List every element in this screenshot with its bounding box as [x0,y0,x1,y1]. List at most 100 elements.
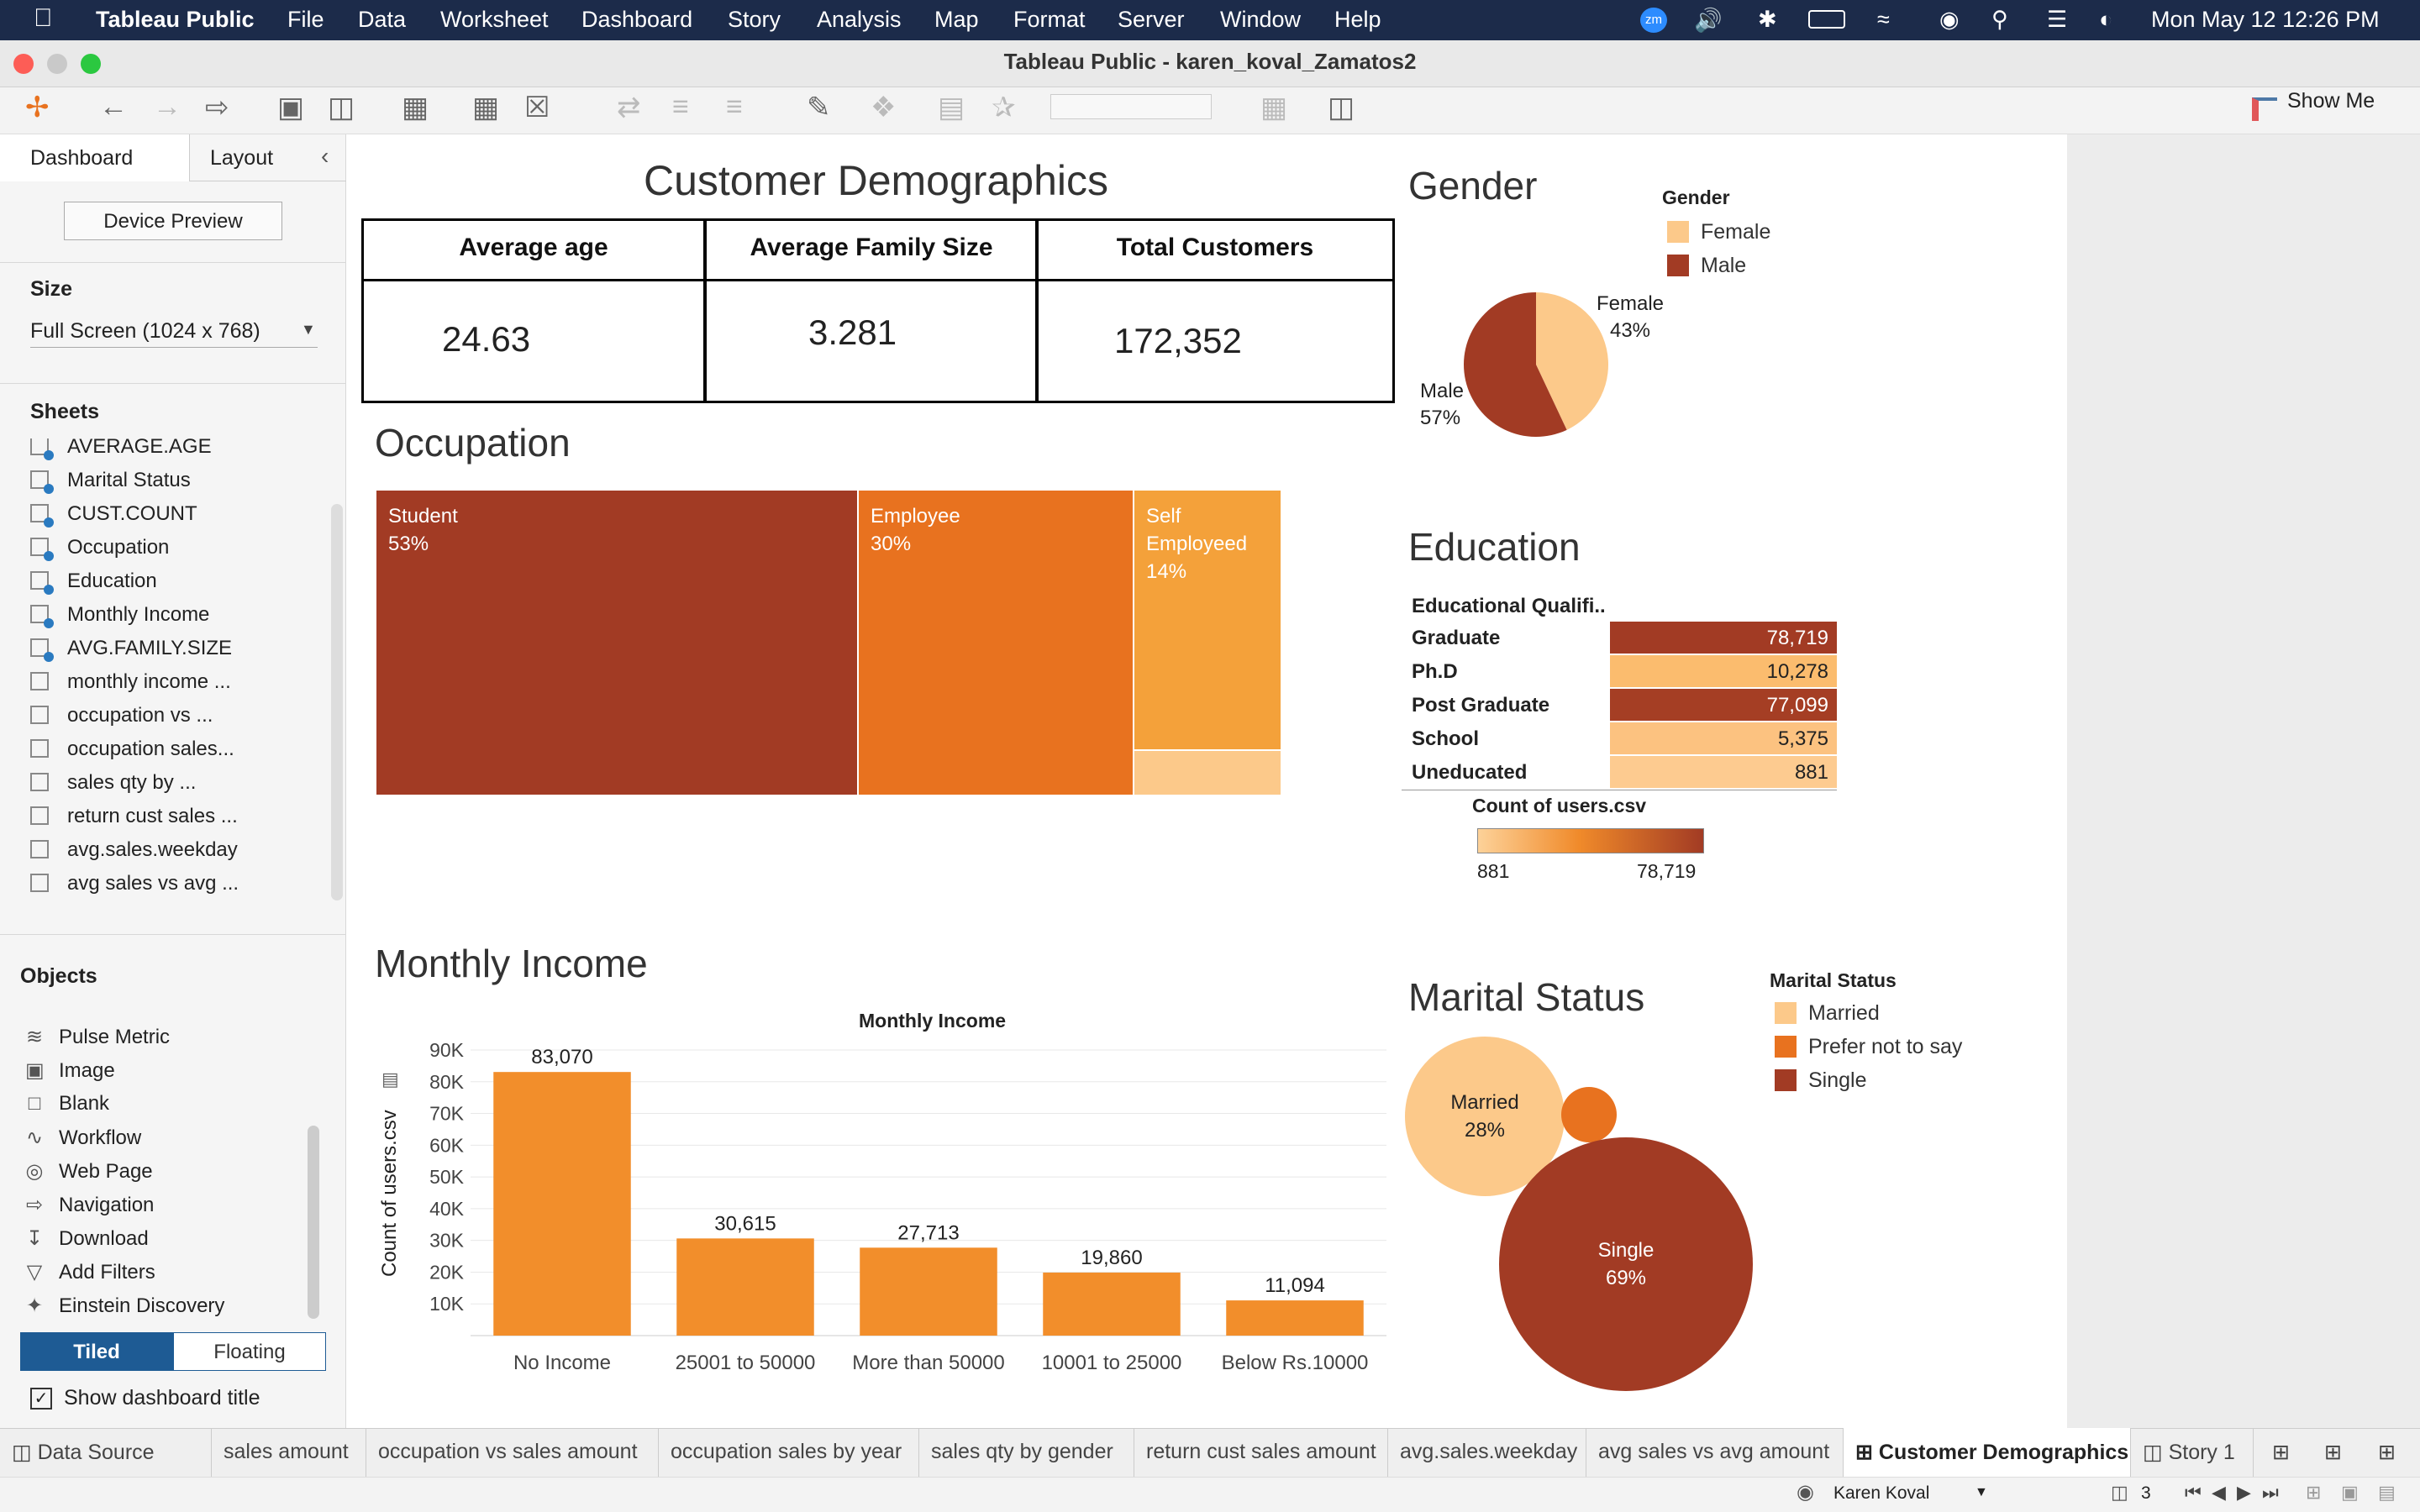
menu-data[interactable]: Data [358,7,406,33]
menu-file[interactable]: File [287,7,324,33]
legend-item-single[interactable]: Single [1775,1068,1867,1093]
user-icon[interactable]: ◉ [1939,7,1960,33]
battery-icon[interactable] [1808,10,1845,29]
bar[interactable] [676,1238,814,1336]
undo-icon[interactable]: ← [99,91,128,123]
object-blank[interactable]: □ Blank [25,1092,109,1116]
tableau-logo-icon[interactable]: ✢ [25,91,50,124]
sheet-item-avg-sales-weekday[interactable]: avg.sales.weekday [30,838,238,862]
education-cell[interactable]: 77,099 [1610,689,1837,721]
show-me-button[interactable]: Show Me [2287,89,2375,113]
new-dashboard-tab-icon[interactable]: ⊞ [2312,1428,2363,1477]
tab-avg-sales-vs-avg[interactable]: avg sales vs avg amount [1586,1428,1844,1477]
sheet-item-occupation[interactable]: Occupation [30,536,169,561]
redo-icon[interactable]: → [153,91,182,123]
tiled-toggle[interactable]: Tiled [20,1332,173,1371]
menu-map[interactable]: Map [934,7,979,33]
tab-sales-amount[interactable]: sales amount [212,1428,366,1477]
sheet-item-monthly-income[interactable]: Monthly Income [30,603,209,628]
legend-item-prefer-not-to-say[interactable]: Prefer not to say [1775,1035,1962,1059]
new-worksheet-icon[interactable]: ▦ [402,91,429,124]
floating-toggle[interactable]: Floating [173,1332,326,1371]
object-add-filters[interactable]: ▽ Add Filters [25,1260,155,1284]
pin-icon[interactable]: ✰ [992,91,1016,124]
treemap-tile-student[interactable]: Student 53% [376,491,857,795]
sheets-scrollbar[interactable] [331,504,343,900]
treemap-tile-self-employed[interactable]: Self Employeed 14% [1134,491,1281,749]
tab-dashboard[interactable]: Dashboard [0,134,190,181]
fit-dropdown[interactable] [1050,94,1212,119]
show-title-checkbox[interactable]: ✓ [30,1388,52,1410]
menu-analysis[interactable]: Analysis [817,7,902,33]
education-cell[interactable]: 78,719 [1610,622,1837,654]
collapse-panel-icon[interactable]: ‹ [321,143,329,170]
sheet-item-occupation-sales[interactable]: occupation sales... [30,738,234,761]
object-navigation[interactable]: ⇨ Navigation [25,1193,154,1217]
new-datasource-icon[interactable]: ◫ [328,91,355,124]
education-cell[interactable]: 5,375 [1610,722,1837,754]
bubble-prefer-not-to-say[interactable] [1561,1087,1617,1142]
object-workflow[interactable]: ∿ Workflow [25,1126,141,1150]
show-me-icon[interactable] [2252,97,2277,121]
search-icon[interactable]: ⚲ [1991,7,2008,33]
tab-data-source[interactable]: ◫ Data Source [0,1428,212,1477]
chevron-down-icon[interactable]: ▼ [1975,1485,1988,1500]
menu-app-name[interactable]: Tableau Public [96,7,255,33]
object-pulse-metric[interactable]: ≋ Pulse Metric [25,1025,170,1049]
sheet-item-monthly-income-2[interactable]: monthly income ... [30,670,231,694]
group-icon[interactable]: ❖ [871,91,896,124]
tab-return-cust-sales[interactable]: return cust sales amount [1134,1428,1388,1477]
tab-customer-demographics[interactable]: ⊞ Customer Demographics [1844,1428,2131,1477]
tabs-view-icon[interactable]: ▤ [2378,1482,2396,1504]
menu-dashboard[interactable]: Dashboard [581,7,692,33]
menu-format[interactable]: Format [1013,7,1086,33]
sheet-item-marital-status[interactable]: Marital Status [30,469,191,494]
presentation-icon[interactable]: ◫ [1328,91,1355,124]
next-sheet-icon[interactable]: ▶ [2237,1482,2251,1504]
menu-worksheet[interactable]: Worksheet [440,7,549,33]
treemap-tile-employee[interactable]: Employee 30% [859,491,1133,795]
bar[interactable] [860,1247,997,1336]
highlight-icon[interactable]: ✎ [807,91,831,124]
status-user-name[interactable]: Karen Koval [1833,1483,1929,1504]
education-cell[interactable]: 10,278 [1610,655,1837,687]
swap-icon[interactable]: ⇄ [617,91,641,124]
object-download[interactable]: ↧ Download [25,1226,149,1251]
sort-desc-icon[interactable]: ≡ [726,91,743,123]
sheet-item-return-cust[interactable]: return cust sales ... [30,805,238,828]
axis-menu-icon[interactable]: ▤ [381,1068,399,1090]
last-sheet-icon[interactable]: ⏭ [2262,1482,2279,1504]
education-cell[interactable]: 881 [1610,756,1837,788]
menu-story[interactable]: Story [728,7,781,33]
sheet-item-education[interactable]: Education [30,570,157,595]
size-dropdown[interactable]: Full Screen (1024 x 768) ▼ [30,318,318,348]
tab-occupation-vs-sales[interactable]: occupation vs sales amount [366,1428,659,1477]
bar[interactable] [1226,1300,1364,1336]
sheet-item-average-age[interactable]: AVERAGE.AGE [30,438,212,460]
new-story-tab-icon[interactable]: ⊞ [2366,1428,2417,1477]
duplicate-sheet-icon[interactable]: ▦ [472,91,499,124]
menu-server[interactable]: Server [1118,7,1185,33]
object-einstein-discovery[interactable]: ✦ Einstein Discovery [25,1294,224,1318]
volume-icon[interactable]: 🔊 [1694,7,1723,34]
sheet-item-avg-family-size[interactable]: AVG.FAMILY.SIZE [30,637,232,662]
save-icon[interactable]: ▣ [277,91,304,124]
menu-window[interactable]: Window [1220,7,1301,33]
menu-help[interactable]: Help [1334,7,1381,33]
apple-icon[interactable]:  [34,4,53,33]
labels-icon[interactable]: ▤ [938,91,965,124]
new-worksheet-tab-icon[interactable]: ⊞ [2260,1428,2311,1477]
sheet-item-occupation-vs[interactable]: occupation vs ... [30,704,213,727]
tab-occupation-sales-year[interactable]: occupation sales by year [659,1428,919,1477]
sheet-sorter-icon[interactable]: ⊞ [2306,1482,2321,1504]
sheet-item-sales-qty[interactable]: sales qty by ... [30,771,196,795]
legend-item-married[interactable]: Married [1775,1001,1880,1026]
object-web-page[interactable]: ◎ Web Page [25,1159,153,1184]
tab-story-1[interactable]: ◫ Story 1 [2131,1428,2254,1477]
wifi-icon[interactable]: ≈ [1877,7,1890,33]
bar[interactable] [493,1072,631,1336]
show-cards-icon[interactable]: ▦ [1260,91,1287,124]
tab-sales-qty-gender[interactable]: sales qty by gender [919,1428,1134,1477]
menubar-clock[interactable]: Mon May 12 12:26 PM [2151,7,2380,33]
zoom-status-icon[interactable]: zm [1640,8,1667,33]
